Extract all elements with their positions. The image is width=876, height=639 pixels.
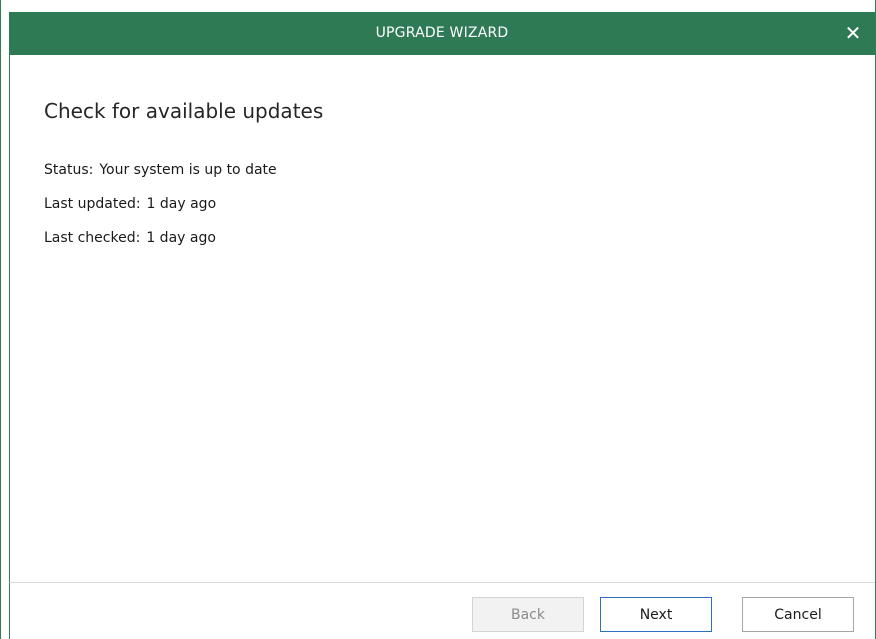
back-button[interactable]: Back: [472, 597, 584, 632]
upgrade-wizard-window: UPGRADE WIZARD ✕ Check for available upd…: [0, 0, 876, 639]
next-button[interactable]: Next: [600, 597, 712, 632]
status-value: Your system is up to date: [99, 162, 277, 178]
last-updated-label: Last updated:: [44, 196, 141, 212]
status-label: Status:: [44, 162, 94, 178]
status-line: Status: Your system is up to date: [44, 162, 277, 178]
last-updated-value: 1 day ago: [146, 196, 217, 212]
wizard-footer: Back Next Cancel: [9, 582, 875, 639]
window-title: UPGRADE WIZARD: [375, 25, 509, 41]
last-updated-line: Last updated: 1 day ago: [44, 196, 216, 212]
close-icon[interactable]: ✕: [841, 22, 865, 46]
cancel-button[interactable]: Cancel: [742, 597, 854, 632]
last-checked-line: Last checked: 1 day ago: [44, 230, 216, 246]
page-title: Check for available updates: [44, 99, 324, 123]
wizard-content: Check for available updates Status: Your …: [9, 55, 875, 582]
last-checked-value: 1 day ago: [146, 230, 216, 246]
last-checked-label: Last checked:: [44, 230, 141, 246]
title-bar: UPGRADE WIZARD ✕: [9, 12, 875, 55]
